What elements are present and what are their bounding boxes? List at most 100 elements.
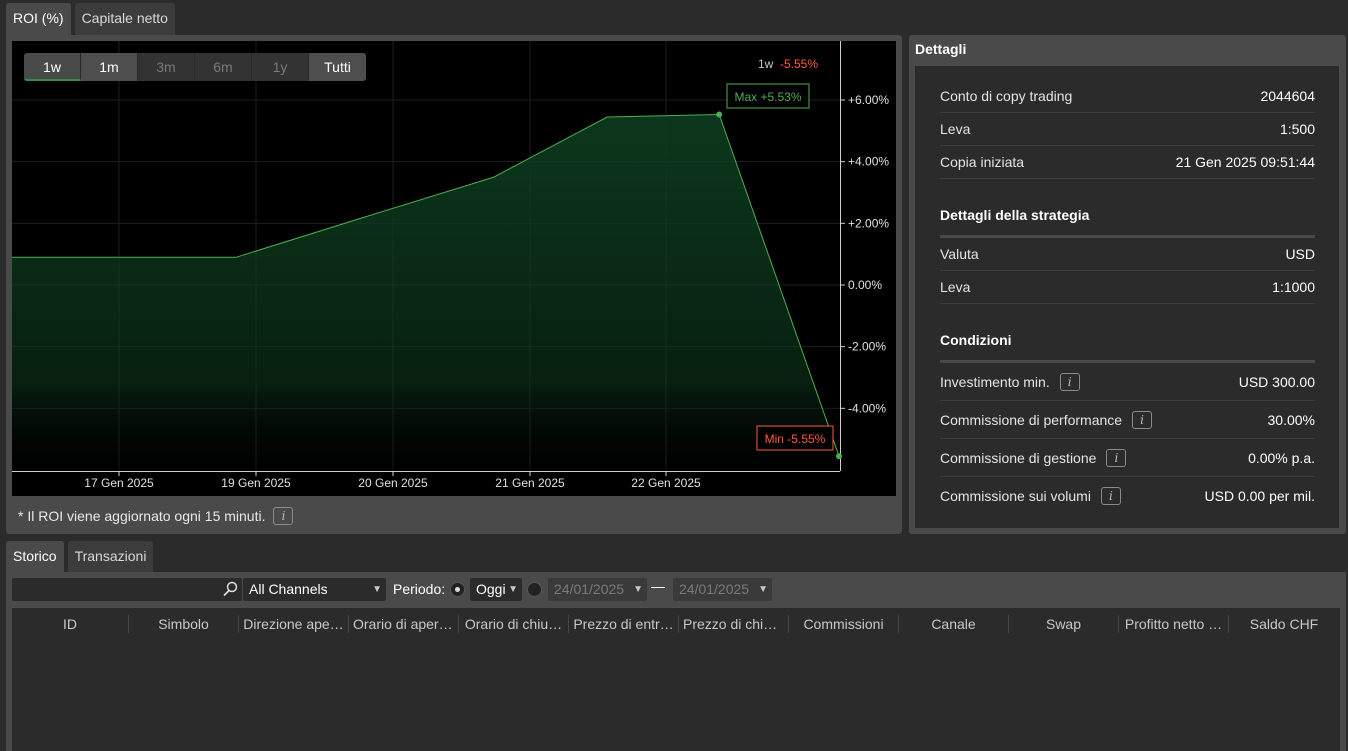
detail-label: Commissione sui volumi [940,488,1091,504]
range-1y-button[interactable]: 1y [252,53,309,81]
history-panel: All Channels ▼ Periodo: Oggi ▼ 24/01/202… [6,572,1346,751]
column-header-commissioni[interactable]: Commissioni [789,615,899,633]
chevron-down-icon: ▼ [372,584,382,595]
table-header: ID Simbolo Direzione ape… Orario di aper… [12,608,1340,640]
date-to-input[interactable]: 24/01/2025 ▼ [673,578,772,601]
info-icon[interactable]: i [1100,487,1121,505]
min-label: Min -5.55% [765,432,826,446]
detail-value: 1:500 [1279,121,1315,137]
detail-row-currency: Valuta USD [940,238,1315,271]
column-header-direzione[interactable]: Direzione ape… [239,615,349,633]
roi-update-note-text: * Il ROI viene aggiornato ogni 15 minuti… [18,508,266,524]
detail-row-performance-fee: Commissione di performance i 30.00% [940,401,1315,439]
y-tick-label: +2.00% [848,216,889,230]
detail-row-min-investment: Investimento min. i USD 300.00 [940,363,1315,401]
x-tick-label: 22 Gen 2025 [631,476,701,490]
tab-capitale-netto[interactable]: Capitale netto [74,3,175,35]
period-label: 1w [758,57,774,71]
detail-row-management-fee: Commissione di gestione i 0.00% p.a. [940,439,1315,477]
detail-value: USD [1285,246,1315,262]
detail-label: Investimento min. [940,373,1050,390]
x-tick-label: 19 Gen 2025 [221,476,291,490]
info-icon[interactable]: i [1132,410,1153,429]
range-1m-button[interactable]: 1m [81,53,138,81]
history-table: ID Simbolo Direzione ape… Orario di aper… [12,608,1340,751]
detail-value: USD 0.00 per mil. [1204,488,1315,504]
range-tutti-button[interactable]: Tutti [309,53,366,81]
details-panel: Dettagli Conto di copy trading 2044604 L… [909,35,1346,534]
detail-label: Valuta [940,246,979,262]
column-header-profitto-netto[interactable]: Profitto netto … [1119,615,1229,633]
detail-label: Commissione di performance [940,411,1123,428]
column-header-id[interactable]: ID [12,615,129,633]
date-from-value: 24/01/2025 [554,581,625,597]
detail-row-account: Conto di copy trading 2044604 [940,80,1315,113]
range-selector: 1w 1m 3m 6m 1y Tutti [24,53,366,81]
period-value: -5.55% [780,57,818,71]
chart-panel: +6.00% +4.00% +2.00% 0.00% -2.00% -4.00% 17 Ge… [6,35,902,534]
column-header-orario-chiusura[interactable]: Orario di chiu… [459,615,569,633]
column-header-simbolo[interactable]: Simbolo [129,615,239,633]
y-tick-label: -4.00% [848,401,886,415]
detail-row-strategy-leverage: Leva 1:1000 [940,271,1315,304]
column-header-swap[interactable]: Swap [1009,615,1119,633]
date-range-dash: — [651,578,665,594]
column-header-prezzo-entrata[interactable]: Prezzo di entr… [569,615,679,633]
y-tick-label: +6.00% [848,93,889,107]
period-radio-custom[interactable] [527,582,542,597]
detail-row-copy-start: Copia iniziata 21 Gen 2025 09:51:44 [940,146,1315,179]
y-tick-label: -2.00% [848,340,886,354]
detail-row-leverage: Leva 1:500 [940,113,1315,146]
roi-update-note: * Il ROI viene aggiornato ogni 15 minuti… [18,507,294,525]
x-tick-label: 21 Gen 2025 [495,476,565,490]
range-3m-button[interactable]: 3m [138,53,195,81]
roi-chart: +6.00% +4.00% +2.00% 0.00% -2.00% -4.00% 17 Ge… [12,41,896,496]
detail-label: Conto di copy trading [940,88,1073,104]
y-tick-label: +4.00% [848,155,889,169]
column-header-prezzo-chiusura[interactable]: Prezzo di chiu… [679,615,789,633]
search-box [12,578,242,601]
column-header-orario-apertura[interactable]: Orario di apert… [349,615,459,633]
range-1w-button[interactable]: 1w [24,53,81,81]
column-header-saldo[interactable]: Saldo CHF [1229,615,1339,633]
info-icon[interactable]: i [1106,448,1127,467]
column-header-canale[interactable]: Canale [899,615,1009,633]
date-from-input[interactable]: 24/01/2025 ▼ [548,578,647,601]
details-body: Conto di copy trading 2044604 Leva 1:500… [915,66,1339,528]
detail-label: Leva [940,279,971,295]
info-icon[interactable]: i [273,507,294,525]
range-6m-button[interactable]: 6m [195,53,252,81]
period-select[interactable]: Oggi ▼ [470,578,522,601]
x-tick-label: 20 Gen 2025 [358,476,428,490]
period-label: Periodo: [393,581,446,597]
roi-chart-svg: +6.00% +4.00% +2.00% 0.00% -2.00% -4.00% 17 Ge… [12,41,889,490]
detail-value: 30.00% [1267,411,1315,428]
chevron-down-icon: ▼ [508,584,518,595]
detail-value: 0.00% p.a. [1248,449,1315,466]
tab-storico[interactable]: Storico [6,541,64,572]
detail-value: 2044604 [1260,88,1315,104]
strategy-section-title: Dettagli della strategia [940,179,1315,238]
detail-label: Leva [940,121,971,137]
tab-roi[interactable]: ROI (%) [6,3,71,35]
x-tick-label: 17 Gen 2025 [84,476,154,490]
detail-label: Commissione di gestione [940,449,1097,466]
history-tabs: Storico Transazioni [6,541,154,572]
info-icon[interactable]: i [1059,372,1080,391]
max-point [716,111,723,118]
conditions-section-title: Condizioni [940,304,1315,363]
y-tick-label: 0.00% [848,278,882,292]
detail-value: 21 Gen 2025 09:51:44 [1175,154,1315,170]
period-radio-preset[interactable] [450,582,465,597]
details-title: Dettagli [915,41,967,57]
detail-value: 1:1000 [1272,279,1315,295]
search-icon[interactable] [222,581,238,597]
tab-transazioni[interactable]: Transazioni [67,541,154,572]
detail-label: Copia iniziata [940,154,1025,170]
series-area [12,114,839,471]
chart-tabs: ROI (%) Capitale netto [6,3,175,35]
detail-row-volume-fee: Commissione sui volumi i USD 0.00 per mil… [940,477,1315,515]
channel-select[interactable]: All Channels ▼ [243,578,386,601]
search-input[interactable] [12,578,212,601]
chevron-down-icon: ▼ [633,584,643,595]
